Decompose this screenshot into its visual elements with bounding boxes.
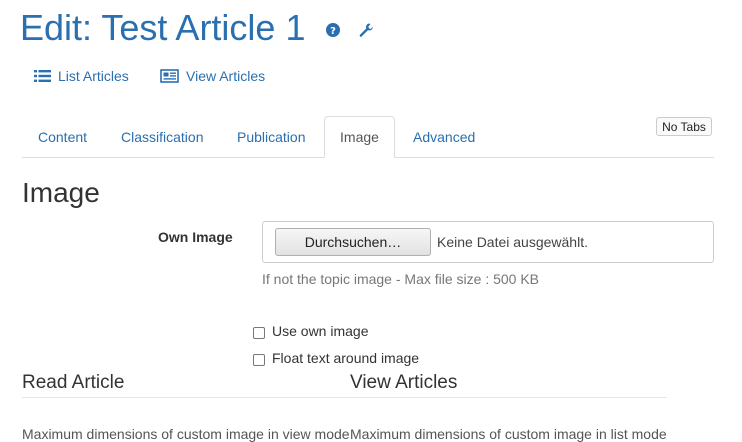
browse-button[interactable]: Durchsuchen… — [275, 228, 431, 256]
no-file-selected-text: Keine Datei ausgewählt. — [437, 234, 588, 250]
question-circle-icon[interactable]: ? — [325, 22, 341, 38]
page-title: Edit: Test Article 1 — [20, 7, 306, 48]
list-articles-link[interactable]: List Articles — [34, 66, 129, 86]
float-text-label[interactable]: Float text around image — [272, 350, 419, 366]
list-articles-label: List Articles — [58, 68, 129, 84]
own-image-help-text: If not the topic image - Max file size :… — [262, 271, 540, 287]
tab-content[interactable]: Content — [38, 116, 87, 157]
view-articles-label: View Articles — [186, 68, 266, 84]
list-icon — [34, 70, 51, 82]
read-article-heading: Read Article — [22, 372, 125, 393]
tab-advanced[interactable]: Advanced — [413, 116, 475, 157]
view-articles-heading: View Articles — [350, 372, 458, 393]
newspaper-icon — [160, 69, 179, 83]
svg-text:?: ? — [330, 26, 336, 37]
wrench-icon[interactable] — [358, 22, 374, 38]
max-dimensions-list-label: Maximum dimensions of custom image in li… — [350, 426, 667, 442]
divider — [22, 397, 667, 398]
view-articles-link[interactable]: View Articles — [160, 66, 265, 86]
tab-image[interactable]: Image — [324, 116, 395, 158]
use-own-image-checkbox[interactable] — [253, 327, 265, 339]
tab-publication[interactable]: Publication — [237, 116, 306, 157]
float-text-checkbox[interactable] — [253, 354, 265, 366]
section-heading: Image — [22, 177, 100, 208]
max-dimensions-view-label: Maximum dimensions of custom image in vi… — [22, 426, 350, 442]
own-image-label: Own Image — [158, 229, 233, 245]
tab-classification[interactable]: Classification — [121, 116, 203, 157]
use-own-image-label[interactable]: Use own image — [272, 323, 369, 339]
